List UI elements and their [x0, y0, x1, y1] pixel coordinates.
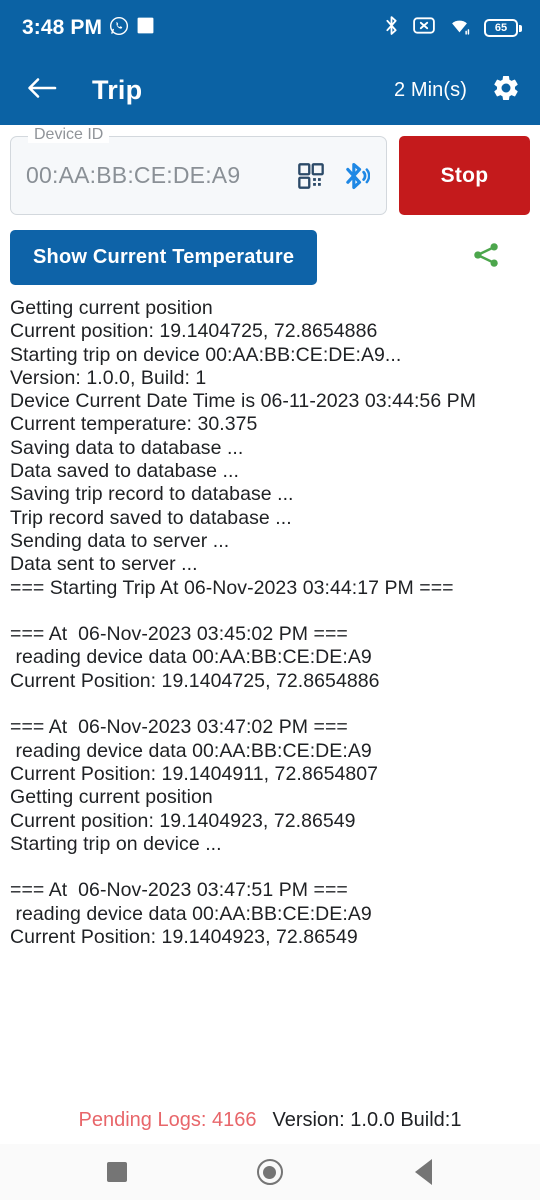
recents-square-icon: [106, 1162, 127, 1182]
battery-icon: 65: [484, 19, 522, 37]
nav-home-button[interactable]: [242, 1144, 298, 1200]
pending-logs-count: Pending Logs: 4166: [78, 1108, 257, 1131]
back-triangle-icon: [414, 1159, 432, 1185]
device-field-actions: [297, 161, 370, 191]
gear-icon: [491, 73, 521, 108]
device-id-input[interactable]: 00:AA:BB:CE:DE:A9: [26, 162, 297, 189]
bluetooth-search-icon[interactable]: [342, 161, 370, 191]
qr-scan-icon[interactable]: [297, 162, 325, 190]
nav-back-button[interactable]: [395, 1144, 451, 1200]
device-id-field[interactable]: Device ID 00:AA:BB:CE:DE:A9: [10, 127, 387, 215]
battery-tip: [519, 24, 522, 32]
battery-body: 65: [484, 19, 518, 37]
back-arrow-icon: [27, 75, 57, 106]
status-footer: Pending Logs: 4166 Version: 1.0.0 Build:…: [0, 1096, 540, 1144]
status-bar-clock: 3:48 PM: [22, 16, 103, 39]
wifi-icon: [448, 16, 471, 40]
page-title: Trip: [92, 75, 143, 105]
status-bar-left: 3:48 PM: [22, 16, 155, 41]
app-bar: Trip 2 Min(s): [0, 56, 540, 125]
trip-timer: 2 Min(s): [393, 79, 467, 101]
share-icon: [471, 240, 501, 275]
android-nav-bar: [0, 1144, 540, 1200]
no-sim-icon: [413, 16, 435, 40]
whatsapp-icon: [109, 16, 129, 41]
battery-level: 65: [494, 21, 508, 34]
status-bar: 3:48 PM 65: [0, 0, 540, 56]
trip-log-panel[interactable]: Getting current position Current positio…: [0, 285, 540, 1096]
app-square-icon: [136, 16, 155, 40]
trip-log-text: Getting current position Current positio…: [10, 297, 477, 949]
home-circle-inner: [263, 1165, 277, 1179]
stop-button[interactable]: Stop: [399, 136, 530, 215]
status-bar-right: 65: [383, 15, 522, 41]
back-button[interactable]: [24, 73, 60, 109]
bluetooth-icon: [383, 15, 400, 41]
show-current-temperature-button[interactable]: Show Current Temperature: [10, 230, 318, 285]
action-row: Show Current Temperature: [0, 215, 540, 285]
nav-recents-button[interactable]: [89, 1144, 145, 1200]
device-id-label: Device ID: [28, 127, 110, 143]
share-button[interactable]: [464, 236, 508, 280]
device-row: Device ID 00:AA:BB:CE:DE:A9 Stop: [0, 125, 540, 215]
app-root: 3:48 PM 65 Trip 2 Min(s) Device ID 00:AA…: [0, 0, 540, 1200]
app-version-text: Version: 1.0.0 Build:1: [272, 1108, 462, 1131]
home-circle-icon: [256, 1159, 283, 1185]
settings-button[interactable]: [489, 74, 523, 108]
